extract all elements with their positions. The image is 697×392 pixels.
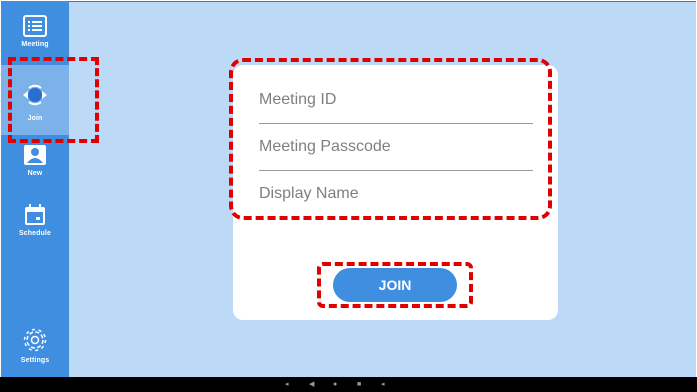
gear-icon: [23, 328, 47, 352]
sidebar-item-label: New: [27, 170, 43, 177]
person-icon: [24, 145, 46, 165]
list-icon: [23, 15, 47, 37]
recents-icon[interactable]: ■: [357, 380, 361, 389]
home-icon[interactable]: ●: [333, 380, 337, 389]
calendar-icon: [25, 204, 45, 225]
fields-highlight-box: [229, 58, 552, 220]
back-icon[interactable]: ◀: [309, 380, 314, 389]
sidebar-item-schedule[interactable]: Schedule: [1, 204, 69, 248]
sidebar-item-new[interactable]: New: [1, 144, 69, 186]
volume-up-icon[interactable]: ◂: [381, 380, 385, 389]
system-navigation-bar: ◂ ◀ ● ■ ◂: [0, 377, 697, 392]
sidebar-item-settings[interactable]: Settings: [1, 327, 69, 371]
join-highlight-box: [8, 57, 99, 143]
join-button-highlight-box: [317, 262, 473, 308]
sidebar-item-label: Schedule: [19, 230, 51, 237]
sidebar-item-label: Settings: [20, 357, 50, 364]
volume-down-icon[interactable]: ◂: [285, 380, 289, 389]
sidebar-item-label: Meeting: [21, 41, 49, 48]
sidebar-item-meeting[interactable]: Meeting: [1, 15, 69, 63]
